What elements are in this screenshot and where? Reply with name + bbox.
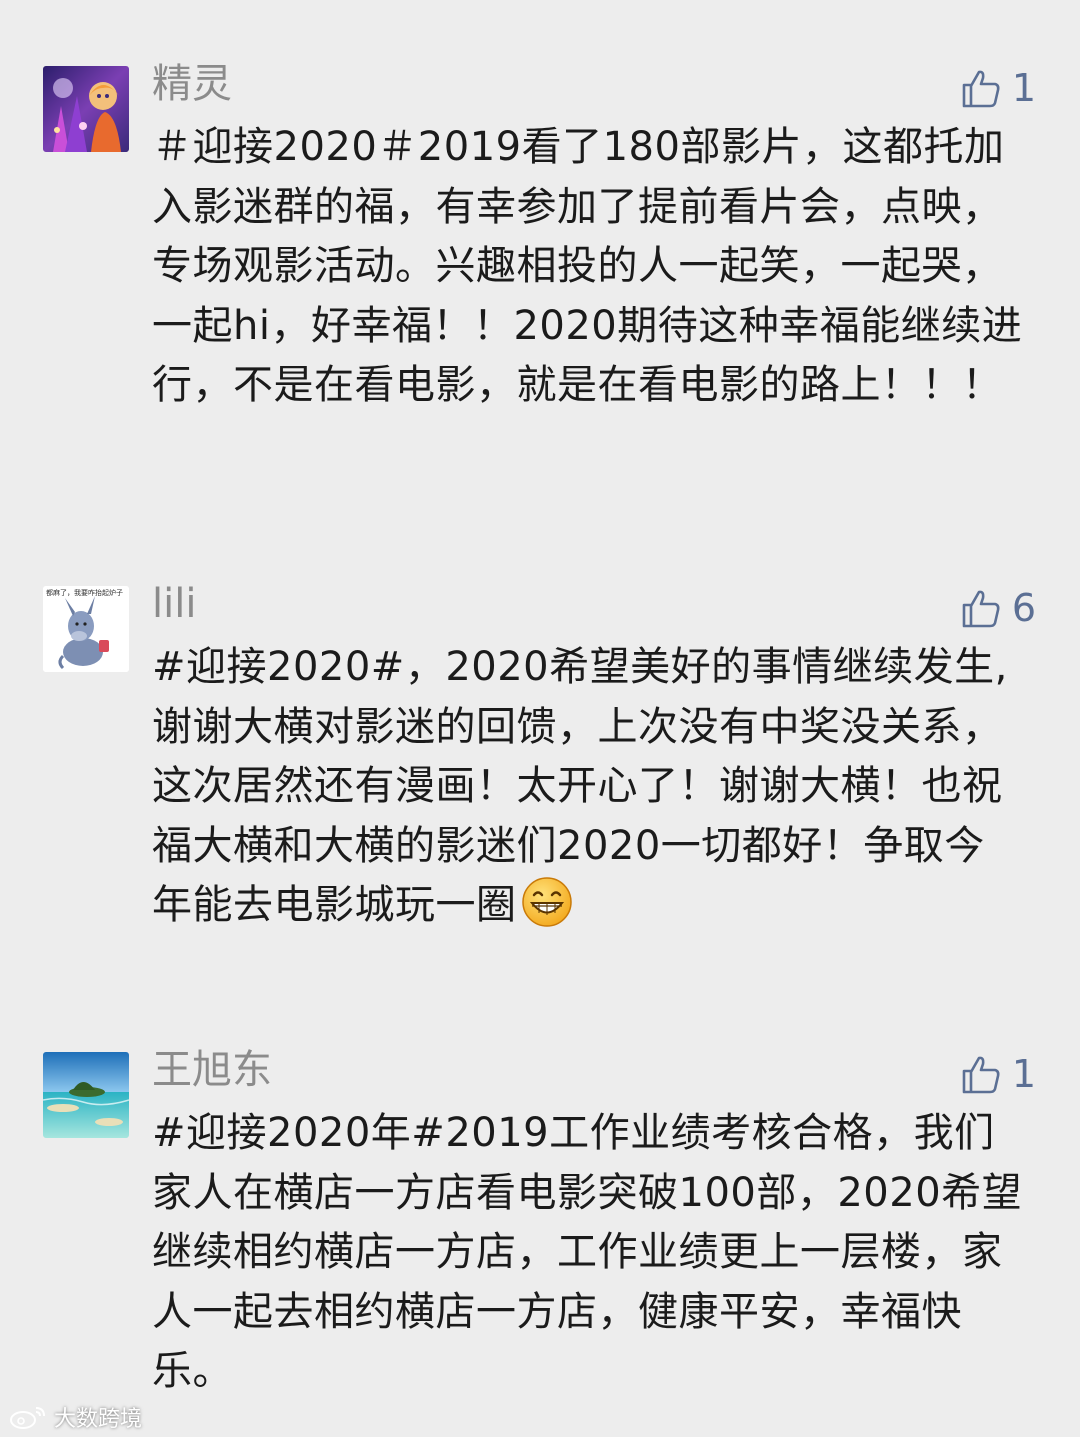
watermark: 大数跨境 xyxy=(8,1400,142,1434)
fairy-illustration-avatar-icon xyxy=(43,66,129,152)
watermark-text: 大数跨境 xyxy=(54,1407,143,1432)
like-button[interactable]: 6 xyxy=(960,586,1036,630)
comment-text-content: #迎接2020#，2020希望美好的事情继续发生,谢谢大横对影迷的回馈，上次没有… xyxy=(152,644,1008,928)
like-count: 6 xyxy=(1011,586,1036,630)
like-count: 1 xyxy=(1011,66,1036,110)
avatar[interactable] xyxy=(43,66,129,152)
beach-landscape-avatar-icon xyxy=(43,1052,129,1138)
comment-list: 精灵 1 ＃迎接2020＃2019看了180部影片，这都托加入影迷群的福，有幸参… xyxy=(0,0,1080,1437)
like-button[interactable]: 1 xyxy=(960,1052,1036,1096)
commenter-name: lili xyxy=(152,581,197,627)
avatar[interactable] xyxy=(43,1052,129,1138)
comment-text: #迎接2020年#2019工作业绩考核合格，我们家人在横店一方店看电影突破100… xyxy=(152,1110,1023,1394)
weibo-logo-icon xyxy=(10,1407,45,1429)
grin-emoji-icon xyxy=(521,877,572,927)
thumbs-up-icon xyxy=(962,1056,1000,1094)
eeyore-avatar-icon xyxy=(43,586,129,672)
thumbs-up-icon xyxy=(962,70,1000,108)
comment-text: #迎接2020#，2020希望美好的事情继续发生,谢谢大横对影迷的回馈，上次没有… xyxy=(152,638,1024,936)
commenter-name: 精灵 xyxy=(152,61,232,107)
avatar-caption: 都麻了，我要咋抬起炉子 xyxy=(46,589,123,597)
like-count: 1 xyxy=(1011,1052,1036,1096)
like-button[interactable]: 1 xyxy=(960,66,1036,110)
thumbs-up-icon xyxy=(962,590,1000,628)
commenter-name: 王旭东 xyxy=(152,1047,272,1093)
avatar[interactable] xyxy=(43,586,129,672)
comment-text: ＃迎接2020＃2019看了180部影片，这都托加入影迷群的福，有幸参加了提前看… xyxy=(152,124,1023,408)
